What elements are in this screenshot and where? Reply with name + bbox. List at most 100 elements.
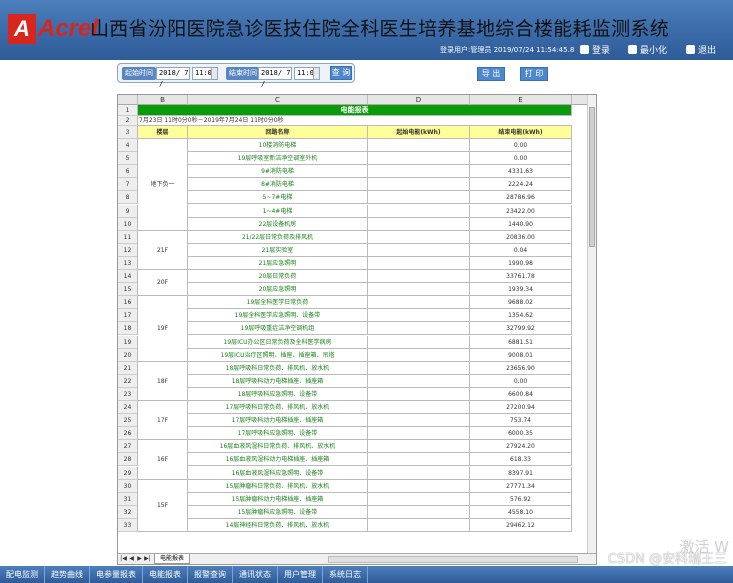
row-number[interactable]: 32 xyxy=(118,505,138,519)
row-number[interactable]: 3 xyxy=(118,126,138,139)
nav-system-log[interactable]: 系统日志 xyxy=(323,566,368,583)
start-energy-cell[interactable] xyxy=(368,191,470,205)
query-button[interactable]: 查 询 xyxy=(330,66,352,80)
nav-energy-report[interactable]: 电能报表 xyxy=(143,566,188,583)
circuit-name-cell[interactable]: 17层呼吸科应急照明、设备带 xyxy=(188,427,368,441)
row-number[interactable]: 24 xyxy=(118,401,138,415)
col-header-e[interactable]: E xyxy=(470,95,572,105)
start-energy-cell[interactable] xyxy=(368,518,470,532)
end-energy-cell[interactable]: 1354.62 xyxy=(470,309,572,323)
circuit-name-cell[interactable]: 9#消防电梯 xyxy=(188,165,368,179)
header-cell[interactable]: 起始电能(kWh) xyxy=(368,126,470,139)
row-number[interactable]: 26 xyxy=(118,427,138,441)
start-energy-cell[interactable] xyxy=(368,217,470,231)
end-energy-cell[interactable]: 9008.01 xyxy=(470,348,572,362)
prev-sheet-arrow[interactable]: ◀ xyxy=(128,555,135,563)
end-energy-cell[interactable]: 8397.91 xyxy=(470,466,572,480)
end-energy-cell[interactable]: 20836.00 xyxy=(470,230,572,244)
end-energy-cell[interactable]: 33761.78 xyxy=(470,270,572,284)
circuit-name-cell[interactable]: 16层血液风湿科日常负荷、排风机、放水机 xyxy=(188,440,368,454)
minimize-button[interactable]: 最小化 xyxy=(628,43,667,56)
circuit-name-cell[interactable]: 18层呼吸科动力电梯插座、插座箱 xyxy=(188,374,368,388)
next-sheet-arrow[interactable]: ▶ xyxy=(136,555,143,563)
circuit-name-cell[interactable]: 19层呼吸重症洁净空调机组 xyxy=(188,322,368,336)
row-number[interactable]: 10 xyxy=(118,217,138,231)
circuit-name-cell[interactable]: 21层应急照明 xyxy=(188,256,368,270)
sheet-tab-energy-report[interactable]: 电能报表 xyxy=(154,554,191,564)
circuit-name-cell[interactable]: 21/22层日常负荷及排风机 xyxy=(188,230,368,244)
last-sheet-arrow[interactable]: ▶| xyxy=(144,555,151,563)
row-number[interactable]: 16 xyxy=(118,296,138,310)
end-time-field[interactable]: 11:00 xyxy=(294,67,320,80)
end-energy-cell[interactable]: 0.00 xyxy=(470,152,572,166)
row-number[interactable]: 2 xyxy=(118,116,138,126)
row-number[interactable]: 7 xyxy=(118,178,138,192)
start-energy-cell[interactable] xyxy=(368,453,470,467)
end-time-spinner[interactable] xyxy=(313,68,319,79)
circuit-name-cell[interactable]: 19层ICU治疗区照明、插座、插座箱、吊塔 xyxy=(188,348,368,362)
end-energy-cell[interactable]: 29462.12 xyxy=(470,518,572,532)
nav-trend-curve[interactable]: 趋势曲线 xyxy=(45,566,90,583)
end-energy-cell[interactable]: 0.00 xyxy=(470,374,572,388)
circuit-name-cell[interactable]: 10楼消防电梯 xyxy=(188,139,368,153)
circuit-name-cell[interactable]: 21层实验室 xyxy=(188,243,368,257)
start-energy-cell[interactable] xyxy=(368,309,470,323)
start-energy-cell[interactable] xyxy=(368,335,470,349)
row-number[interactable]: 12 xyxy=(118,243,138,257)
col-header-b[interactable]: B xyxy=(138,95,188,105)
row-number[interactable]: 1 xyxy=(118,105,138,116)
end-energy-cell[interactable]: 4558.10 xyxy=(470,505,572,519)
row-number[interactable]: 8 xyxy=(118,191,138,205)
end-energy-cell[interactable]: 6881.51 xyxy=(470,335,572,349)
row-number[interactable]: 25 xyxy=(118,414,138,428)
start-energy-cell[interactable] xyxy=(368,283,470,297)
start-energy-cell[interactable] xyxy=(368,361,470,375)
row-number[interactable]: 28 xyxy=(118,453,138,467)
end-energy-cell[interactable]: 618.33 xyxy=(470,453,572,467)
circuit-name-cell[interactable]: 20层日常负荷 xyxy=(188,270,368,284)
start-energy-cell[interactable] xyxy=(368,492,470,506)
row-number[interactable]: 33 xyxy=(118,518,138,532)
row-number[interactable]: 30 xyxy=(118,479,138,493)
end-energy-cell[interactable]: 753.74 xyxy=(470,414,572,428)
row-number[interactable]: 14 xyxy=(118,270,138,284)
row-number[interactable]: 13 xyxy=(118,256,138,270)
start-energy-cell[interactable] xyxy=(368,505,470,519)
horizontal-scrollbar[interactable] xyxy=(328,556,578,563)
start-energy-cell[interactable] xyxy=(368,440,470,454)
print-button[interactable]: 打 印 xyxy=(520,67,548,81)
row-number[interactable]: 5 xyxy=(118,152,138,166)
floor-cell[interactable]: 17F xyxy=(138,401,188,441)
row-number[interactable]: 31 xyxy=(118,492,138,506)
start-energy-cell[interactable] xyxy=(368,427,470,441)
end-energy-cell[interactable]: 6600.84 xyxy=(470,387,572,401)
start-energy-cell[interactable] xyxy=(368,374,470,388)
row-number[interactable]: 20 xyxy=(118,348,138,362)
row-number[interactable]: 21 xyxy=(118,361,138,375)
circuit-name-cell[interactable]: 15层肿瘤科动力电梯插座、插座箱 xyxy=(188,492,368,506)
start-time-field[interactable]: 11:00 xyxy=(192,67,218,80)
end-energy-cell[interactable]: 27771.34 xyxy=(470,479,572,493)
start-energy-cell[interactable] xyxy=(368,322,470,336)
start-energy-cell[interactable] xyxy=(368,256,470,270)
login-button[interactable]: 登录 xyxy=(580,43,610,56)
circuit-name-cell[interactable]: 17层呼吸科日常负荷、排风机、放水机 xyxy=(188,401,368,415)
scroll-thumb[interactable] xyxy=(589,107,595,247)
header-cell[interactable]: 楼层 xyxy=(138,126,188,139)
end-energy-cell[interactable]: 27924.20 xyxy=(470,440,572,454)
row-number[interactable]: 22 xyxy=(118,374,138,388)
floor-cell[interactable]: 21F xyxy=(138,230,188,270)
floor-cell[interactable]: 20F xyxy=(138,270,188,297)
col-header-d[interactable]: D xyxy=(368,95,470,105)
header-cell[interactable]: 结束电能(kWh) xyxy=(470,126,572,139)
start-time-spinner[interactable] xyxy=(211,68,217,79)
exit-button[interactable]: 退出 xyxy=(686,43,716,56)
floor-cell[interactable]: 19F xyxy=(138,296,188,362)
circuit-name-cell[interactable]: 17层呼吸科动力电梯插座、插座箱 xyxy=(188,414,368,428)
floor-cell[interactable]: 15F xyxy=(138,479,188,532)
end-energy-cell[interactable]: 0.04 xyxy=(470,243,572,257)
start-date-field[interactable]: 2018/ 7 / xyxy=(156,67,190,88)
end-energy-cell[interactable]: 1440.90 xyxy=(470,217,572,231)
floor-cell[interactable]: 16F xyxy=(138,440,188,480)
end-energy-cell[interactable]: 32799.92 xyxy=(470,322,572,336)
